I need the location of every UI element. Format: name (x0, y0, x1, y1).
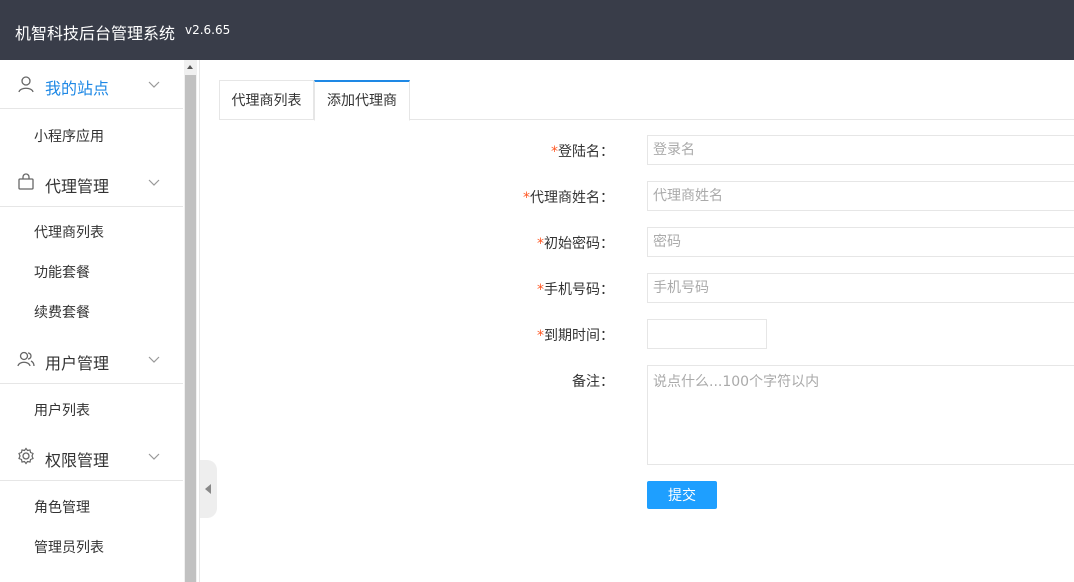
agent-name-input[interactable] (647, 181, 1074, 211)
agent-name-label: *代理商姓名： (523, 190, 614, 206)
sidebar-item-agent-list[interactable]: 代理商列表 (34, 222, 104, 242)
tab-add-agent[interactable]: 添加代理商 (314, 80, 410, 121)
users-icon (17, 351, 35, 367)
phone-label: *手机号码： (537, 282, 614, 298)
sidebar-group-label: 用户管理 (45, 354, 110, 373)
sidebar-group-user-management[interactable]: 用户管理 (0, 335, 183, 384)
sidebar-group-my-site[interactable]: 我的站点 (0, 60, 183, 109)
sidebar-item-admin-list[interactable]: 管理员列表 (34, 537, 104, 557)
expire-date-input[interactable] (647, 319, 767, 349)
chevron-down-icon (148, 179, 160, 186)
tab-agent-list[interactable]: 代理商列表 (219, 80, 314, 120)
required-mark: * (537, 282, 544, 298)
remark-label: 备注： (572, 374, 614, 390)
required-mark: * (537, 328, 544, 344)
required-mark: * (537, 236, 544, 252)
scroll-up-icon[interactable] (187, 65, 193, 69)
remark-textarea[interactable] (647, 365, 1074, 465)
sidebar: 我的站点 小程序应用 代理管理 代理商列表 功能套餐 续费套餐 用户管理 用户列… (0, 60, 200, 582)
password-input[interactable] (647, 227, 1074, 257)
login-name-label: *登陆名： (551, 144, 614, 160)
sidebar-group-label: 权限管理 (45, 451, 110, 470)
shopping-bag-icon (18, 173, 34, 190)
phone-input[interactable] (647, 273, 1074, 303)
login-name-input[interactable] (647, 135, 1074, 165)
sidebar-group-label: 我的站点 (45, 79, 110, 98)
sidebar-group-permission-management[interactable]: 权限管理 (0, 432, 183, 481)
sidebar-group-label: 代理管理 (45, 177, 110, 196)
submit-button[interactable]: 提交 (647, 481, 717, 509)
password-label: *初始密码： (537, 236, 614, 252)
chevron-down-icon (148, 81, 160, 88)
chevron-down-icon (148, 453, 160, 460)
chevron-down-icon (148, 356, 160, 363)
sidebar-item-mini-program[interactable]: 小程序应用 (34, 126, 104, 146)
app-title: 机智科技后台管理系统 (15, 24, 176, 43)
sidebar-item-feature-package[interactable]: 功能套餐 (34, 262, 90, 282)
expire-date-label: *到期时间： (537, 328, 614, 344)
app-version: v2.6.65 (185, 23, 231, 37)
chevron-left-icon (205, 484, 211, 494)
sidebar-item-renewal-package[interactable]: 续费套餐 (34, 302, 90, 322)
sidebar-item-user-list[interactable]: 用户列表 (34, 400, 90, 420)
required-mark: * (523, 190, 530, 206)
sidebar-scrollbar[interactable] (184, 60, 197, 582)
sidebar-item-role-management[interactable]: 角色管理 (34, 497, 90, 517)
required-mark: * (551, 144, 558, 160)
top-header: 机智科技后台管理系统 v2.6.65 (0, 0, 1074, 60)
user-icon (18, 76, 34, 93)
gear-icon (18, 447, 34, 465)
sidebar-collapse-button[interactable] (200, 460, 217, 518)
scrollbar-thumb[interactable] (185, 75, 196, 582)
sidebar-group-agent-management[interactable]: 代理管理 (0, 158, 183, 207)
tab-bar: 代理商列表 添加代理商 (219, 80, 1074, 121)
